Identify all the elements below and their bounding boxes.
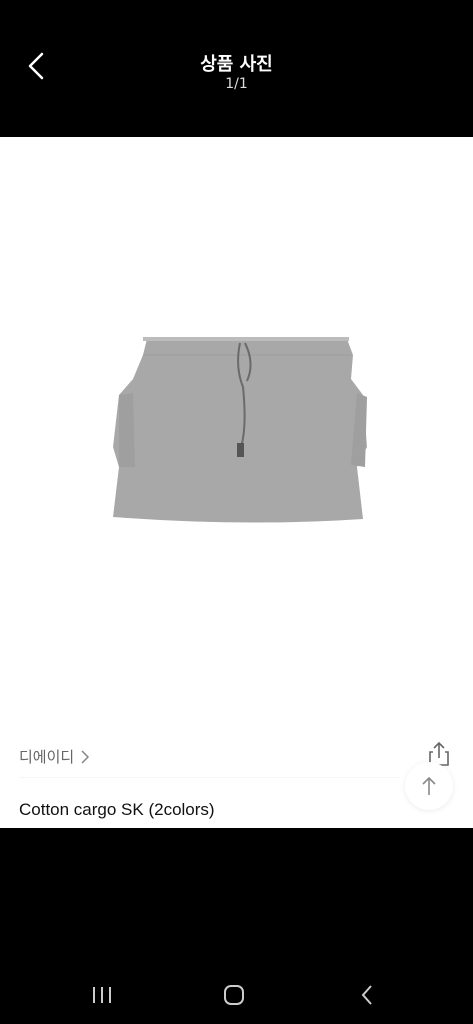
home-button[interactable] bbox=[214, 980, 254, 1010]
arrow-up-icon bbox=[422, 776, 436, 795]
system-nav-bar bbox=[0, 960, 473, 1024]
page-title: 상품 사진 bbox=[200, 54, 273, 75]
chevron-right-icon bbox=[81, 749, 90, 764]
recent-apps-icon bbox=[93, 987, 111, 1003]
nav-back-button[interactable] bbox=[347, 980, 387, 1010]
divider bbox=[20, 777, 400, 778]
product-name: Cotton cargo SK (2colors) bbox=[19, 800, 215, 819]
scroll-top-button[interactable] bbox=[405, 762, 453, 810]
product-photo bbox=[113, 337, 367, 523]
home-icon bbox=[224, 985, 244, 1005]
photo-counter: 1/1 bbox=[225, 76, 248, 92]
recent-apps-button[interactable] bbox=[82, 980, 122, 1010]
brand-name: 디에이디 bbox=[19, 748, 75, 766]
brand-link[interactable]: 디에이디 bbox=[19, 746, 90, 767]
back-icon bbox=[361, 985, 372, 1005]
photo-content: 디에이디 Cotton cargo SK (2colors) bbox=[0, 137, 473, 828]
header: 상품 사진 1/1 bbox=[0, 0, 473, 137]
